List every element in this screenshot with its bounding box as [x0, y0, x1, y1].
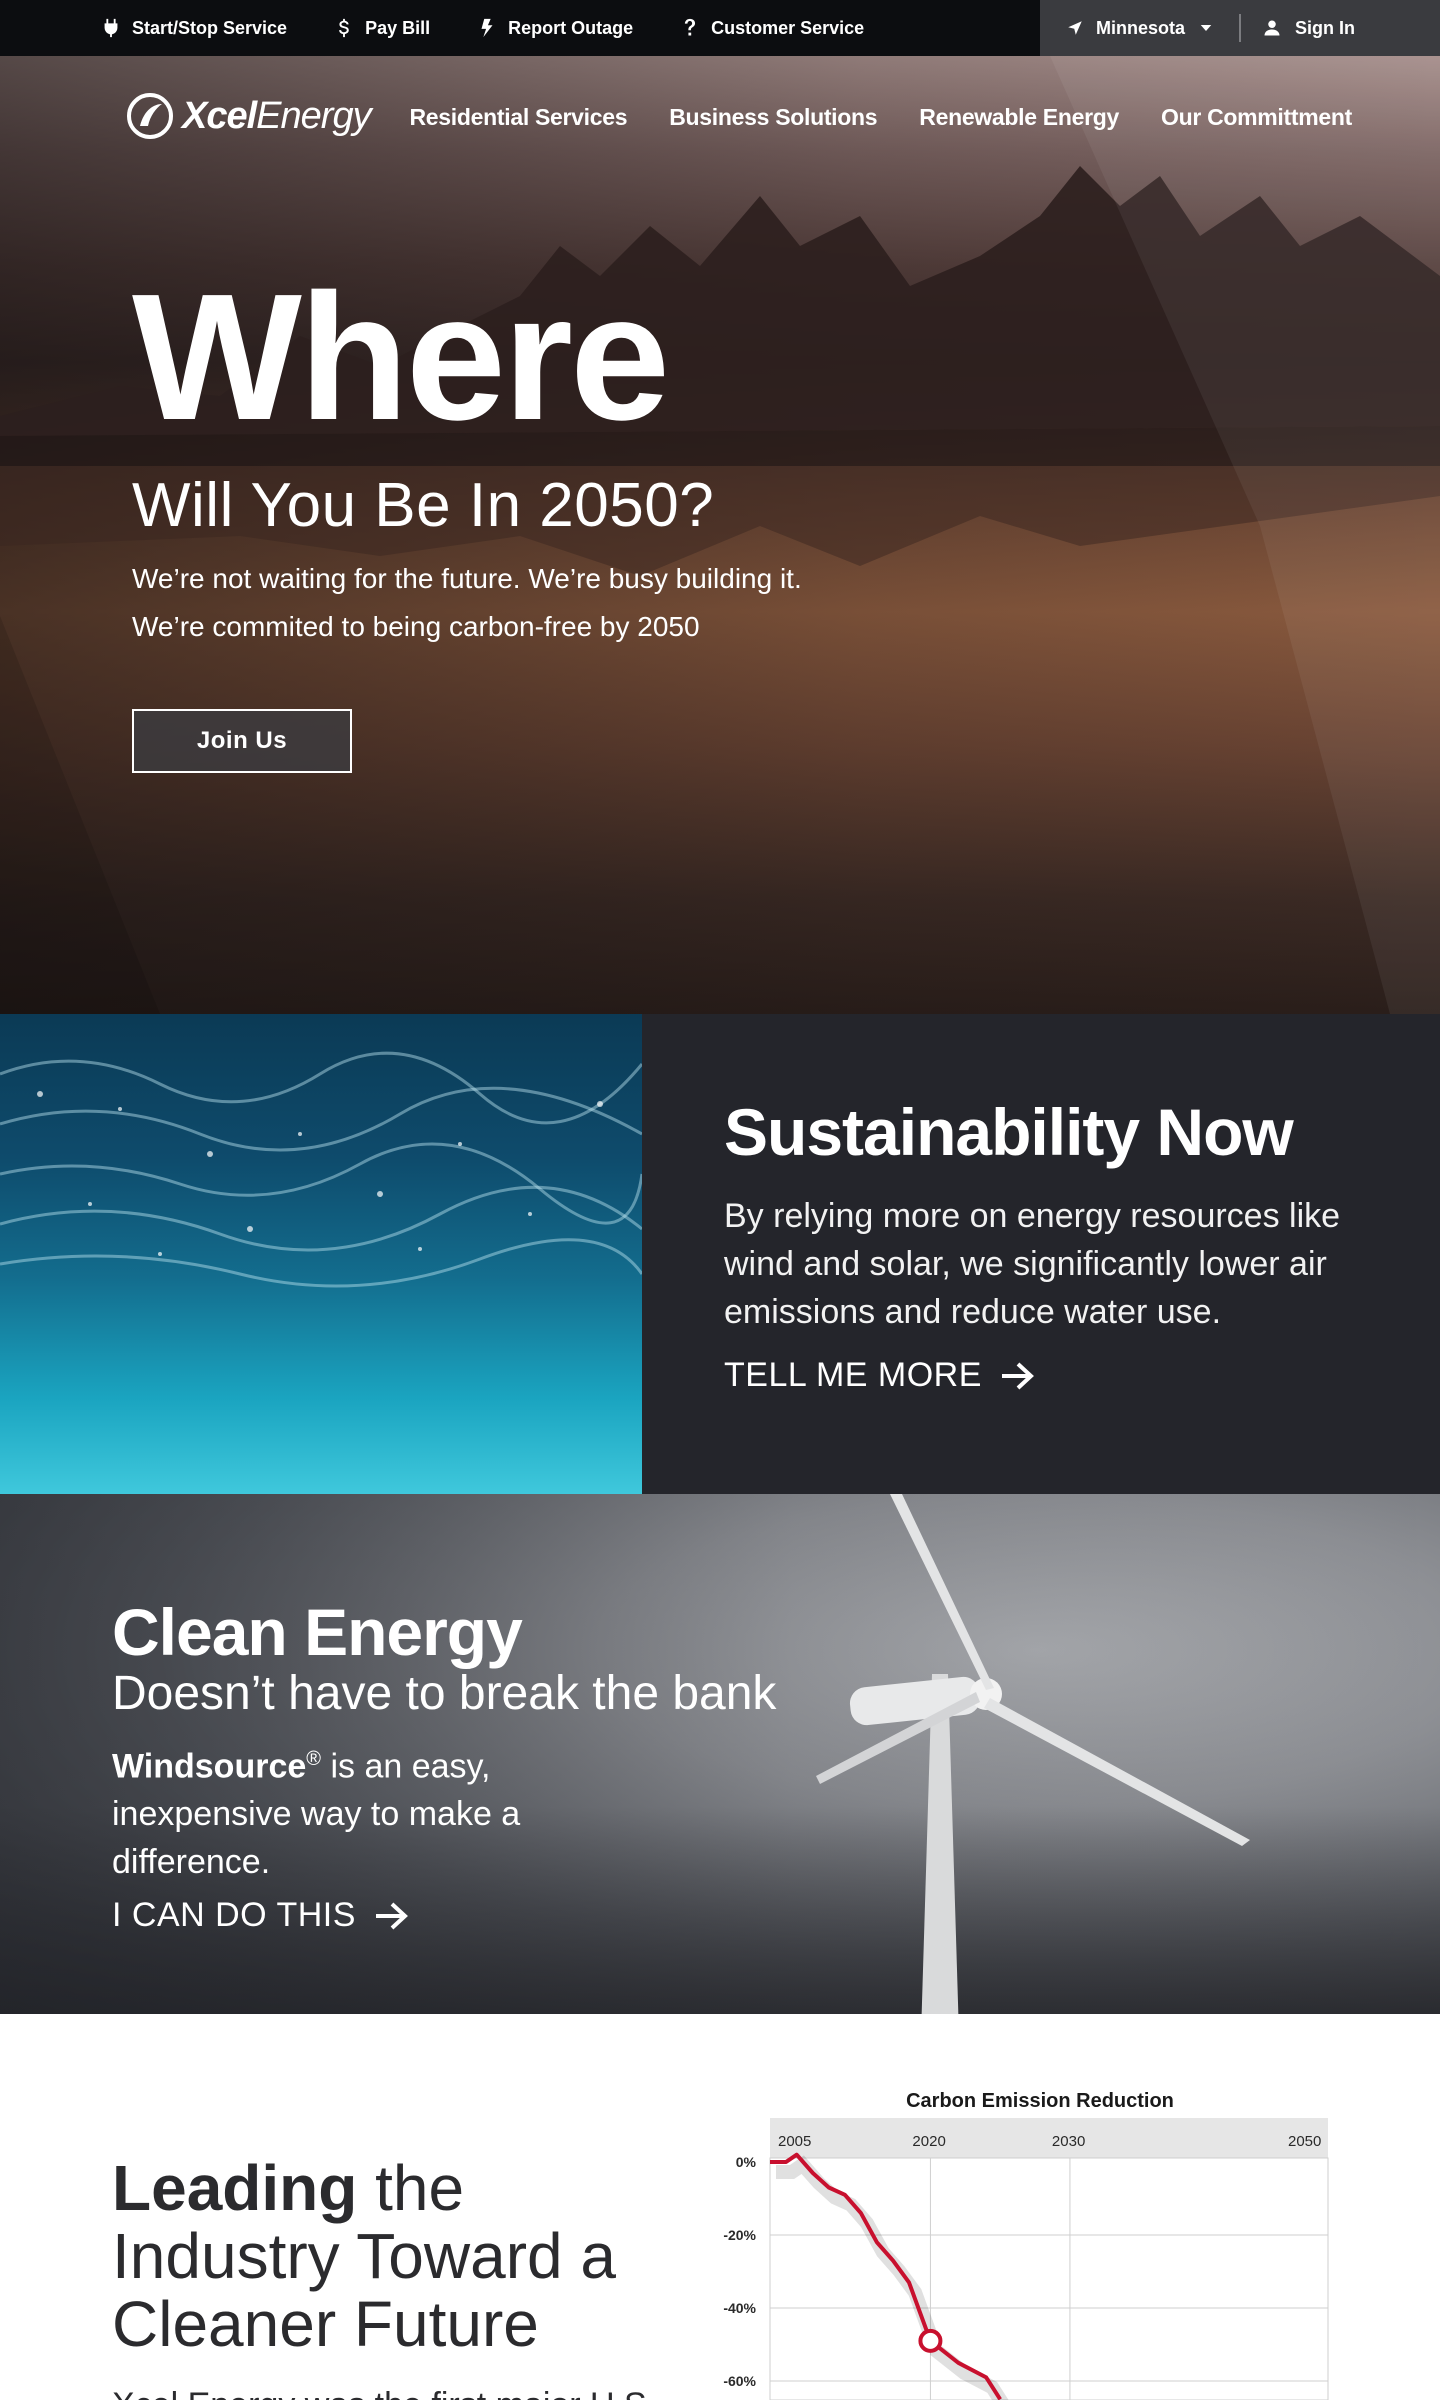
sustainability-panel: Sustainability Now By relying more on en…: [642, 1014, 1440, 1494]
windsource-brand: Windsource: [112, 1747, 307, 1786]
chart-x-tick-label: 2020: [912, 2133, 945, 2150]
chart-header-band: [770, 2118, 1328, 2158]
utility-links: Start/Stop Service Pay Bill Report Outag…: [0, 0, 910, 56]
hero-subheadline: Will You Be In 2050?: [132, 471, 715, 540]
wind-turbine-image: [816, 1494, 1250, 2014]
chart-marker-point: [918, 2328, 943, 2353]
i-can-do-this-label: I CAN DO THIS: [112, 1896, 356, 1935]
registered-mark: ®: [306, 1748, 322, 1770]
clean-energy-section: Clean Energy Doesn’t have to break the b…: [0, 1494, 1440, 2014]
pay-bill-label: Pay Bill: [365, 17, 431, 38]
chart-x-tick-label: 2050: [1288, 2133, 1321, 2150]
location-label: Minnesota: [1096, 17, 1186, 38]
dollar-icon: [339, 18, 349, 38]
chart-y-tick-label: 0%: [736, 2154, 757, 2170]
clean-energy-content: Clean Energy Doesn’t have to break the b…: [112, 1594, 776, 1935]
main-nav: Residential Services Business Solutions …: [410, 104, 1353, 131]
arrow-right-icon: [375, 1902, 408, 1930]
logo-wordmark: XcelEnergy: [182, 94, 372, 138]
tell-me-more-link[interactable]: TELL ME MORE: [724, 1356, 1036, 1395]
utility-divider: [1239, 14, 1242, 42]
chart-y-tick-label: -20%: [723, 2227, 756, 2243]
leading-title-line-3: Cleaner Future: [112, 2288, 539, 2360]
customer-service-link[interactable]: Customer Service: [679, 17, 864, 39]
chart-y-tick-label: -60%: [723, 2373, 756, 2389]
chart-plot-area: [769, 2157, 1329, 2400]
logo-light: Energy: [256, 94, 371, 137]
xcel-logo-mark-icon: [127, 93, 173, 139]
utility-bar: Start/Stop Service Pay Bill Report Outag…: [0, 0, 1440, 56]
chart-x-tick-label: 2030: [1052, 2133, 1085, 2150]
join-us-button[interactable]: Join Us: [132, 709, 352, 773]
nav-renewable-energy[interactable]: Renewable Energy: [919, 104, 1119, 131]
question-icon: [684, 18, 696, 36]
chart-canvas: 2005 2020 2030 2050 0% -20% -40% -60%: [723, 2118, 1329, 2400]
leading-section: Leading the Industry Toward a Cleaner Fu…: [0, 2014, 1440, 2400]
lightning-icon: [481, 18, 493, 38]
chart-x-tick-label: 2005: [778, 2133, 811, 2150]
hero-body-line-1: We’re not waiting for the future. We’re …: [132, 563, 802, 594]
leading-body: Xcel Energy was the first major U.S.: [112, 2386, 656, 2400]
report-outage-label: Report Outage: [508, 17, 634, 38]
leading-title-rest: the: [357, 2152, 465, 2224]
location-selector[interactable]: Minnesota: [1040, 18, 1215, 39]
leading-title-line-2: Industry Toward a: [112, 2220, 616, 2292]
nav-business-solutions[interactable]: Business Solutions: [669, 104, 877, 131]
clean-energy-title: Clean Energy: [112, 1595, 523, 1669]
arrow-right-icon: [1001, 1362, 1034, 1389]
nav-residential-services[interactable]: Residential Services: [410, 104, 628, 131]
leading-title-bold: Leading: [112, 2152, 358, 2224]
user-icon: [1264, 20, 1280, 36]
hero-body-line-2: We’re commited to being carbon-free by 2…: [132, 611, 700, 642]
chart-y-tick-label: -40%: [723, 2300, 756, 2316]
pay-bill-link[interactable]: Pay Bill: [333, 17, 430, 39]
sustainability-section: Sustainability Now By relying more on en…: [0, 1014, 1440, 1494]
i-can-do-this-link[interactable]: I CAN DO THIS: [112, 1896, 410, 1935]
leading-title: Leading the Industry Toward a Cleaner Fu…: [112, 2154, 616, 2358]
ocean-water-image: [0, 1014, 642, 1494]
clean-energy-body: Windsource® is an easy, inexpensive way …: [112, 1735, 672, 1886]
caret-down-icon: [1200, 25, 1212, 31]
utility-right-panel: Minnesota Sign In: [1040, 0, 1440, 56]
plug-icon: [104, 18, 118, 38]
sign-in-link[interactable]: Sign In: [1263, 18, 1355, 39]
customer-service-label: Customer Service: [711, 17, 865, 38]
hero-body: We’re not waiting for the future. We’re …: [132, 555, 802, 651]
logo-bold: Xcel: [182, 94, 257, 137]
report-outage-link[interactable]: Report Outage: [476, 17, 633, 39]
start-stop-service-label: Start/Stop Service: [132, 17, 288, 38]
water-texture: [0, 1051, 642, 1288]
start-stop-service-link[interactable]: Start/Stop Service: [100, 17, 287, 39]
sustainability-title: Sustainability Now: [724, 1095, 1294, 1169]
sign-in-label: Sign In: [1295, 17, 1356, 38]
hero-headline: Where: [132, 257, 670, 458]
xcel-energy-logo[interactable]: XcelEnergy: [126, 92, 372, 140]
nav-our-commitment[interactable]: Our Committment: [1161, 104, 1352, 131]
tell-me-more-label: TELL ME MORE: [724, 1356, 982, 1394]
chart-title: Carbon Emission Reduction: [906, 2090, 1174, 2112]
clean-energy-subtitle: Doesn’t have to break the bank: [112, 1667, 777, 1720]
carbon-chart: Carbon Emission Reduction 2005 2020 2030 20…: [690, 2078, 1350, 2400]
site-header: XcelEnergy Residential Services Business…: [0, 56, 1440, 176]
sustainability-body: By relying more on energy resources like…: [724, 1197, 1341, 1331]
hero-content: Where Will You Be In 2050? We’re not wai…: [132, 268, 802, 773]
location-arrow-icon: [1068, 21, 1082, 35]
